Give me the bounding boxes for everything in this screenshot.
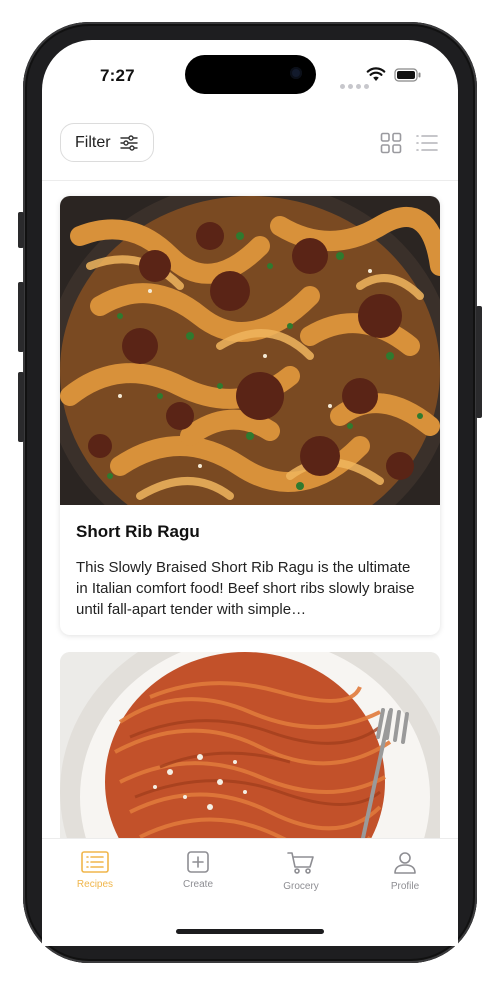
tab-grocery[interactable]: Grocery (261, 851, 341, 899)
tab-label: Grocery (283, 881, 319, 892)
sliders-icon (119, 134, 138, 151)
status-time: 7:27 (100, 66, 135, 85)
filter-button[interactable]: Filter (60, 123, 154, 162)
tab-recipes[interactable]: Recipes (55, 851, 135, 899)
camera-icon (290, 67, 302, 79)
volume-up-button (18, 282, 24, 352)
tab-create[interactable]: Create (158, 851, 238, 899)
battery-icon (394, 68, 421, 82)
list-view-button[interactable] (414, 131, 440, 155)
recipe-card[interactable]: Short Rib Ragu This Slowly Braised Short… (60, 196, 440, 635)
recipe-card[interactable] (60, 652, 440, 852)
wifi-icon (366, 67, 386, 81)
recipe-title: Short Rib Ragu (76, 522, 200, 541)
recipe-image (60, 196, 440, 505)
volume-down-button (18, 372, 24, 442)
recipe-image (60, 652, 440, 852)
plus-square-icon (187, 851, 209, 873)
tab-label: Create (182, 879, 213, 890)
home-indicator[interactable] (176, 929, 324, 934)
grid-view-button[interactable] (378, 131, 404, 155)
person-icon (394, 852, 416, 874)
grid-icon (380, 132, 402, 154)
list-icon (416, 135, 438, 151)
recipes-list-icon (81, 851, 109, 873)
cart-icon (287, 852, 314, 874)
filter-label: Filter (75, 133, 111, 151)
power-button (476, 306, 482, 418)
tab-label: Recipes (76, 879, 114, 890)
recipe-description: This Slowly Braised Short Rib Ragu is th… (76, 559, 415, 618)
tab-profile[interactable]: Profile (365, 851, 445, 899)
action-button (18, 212, 24, 248)
toolbar-divider (42, 180, 458, 181)
tab-label: Profile (390, 881, 420, 892)
